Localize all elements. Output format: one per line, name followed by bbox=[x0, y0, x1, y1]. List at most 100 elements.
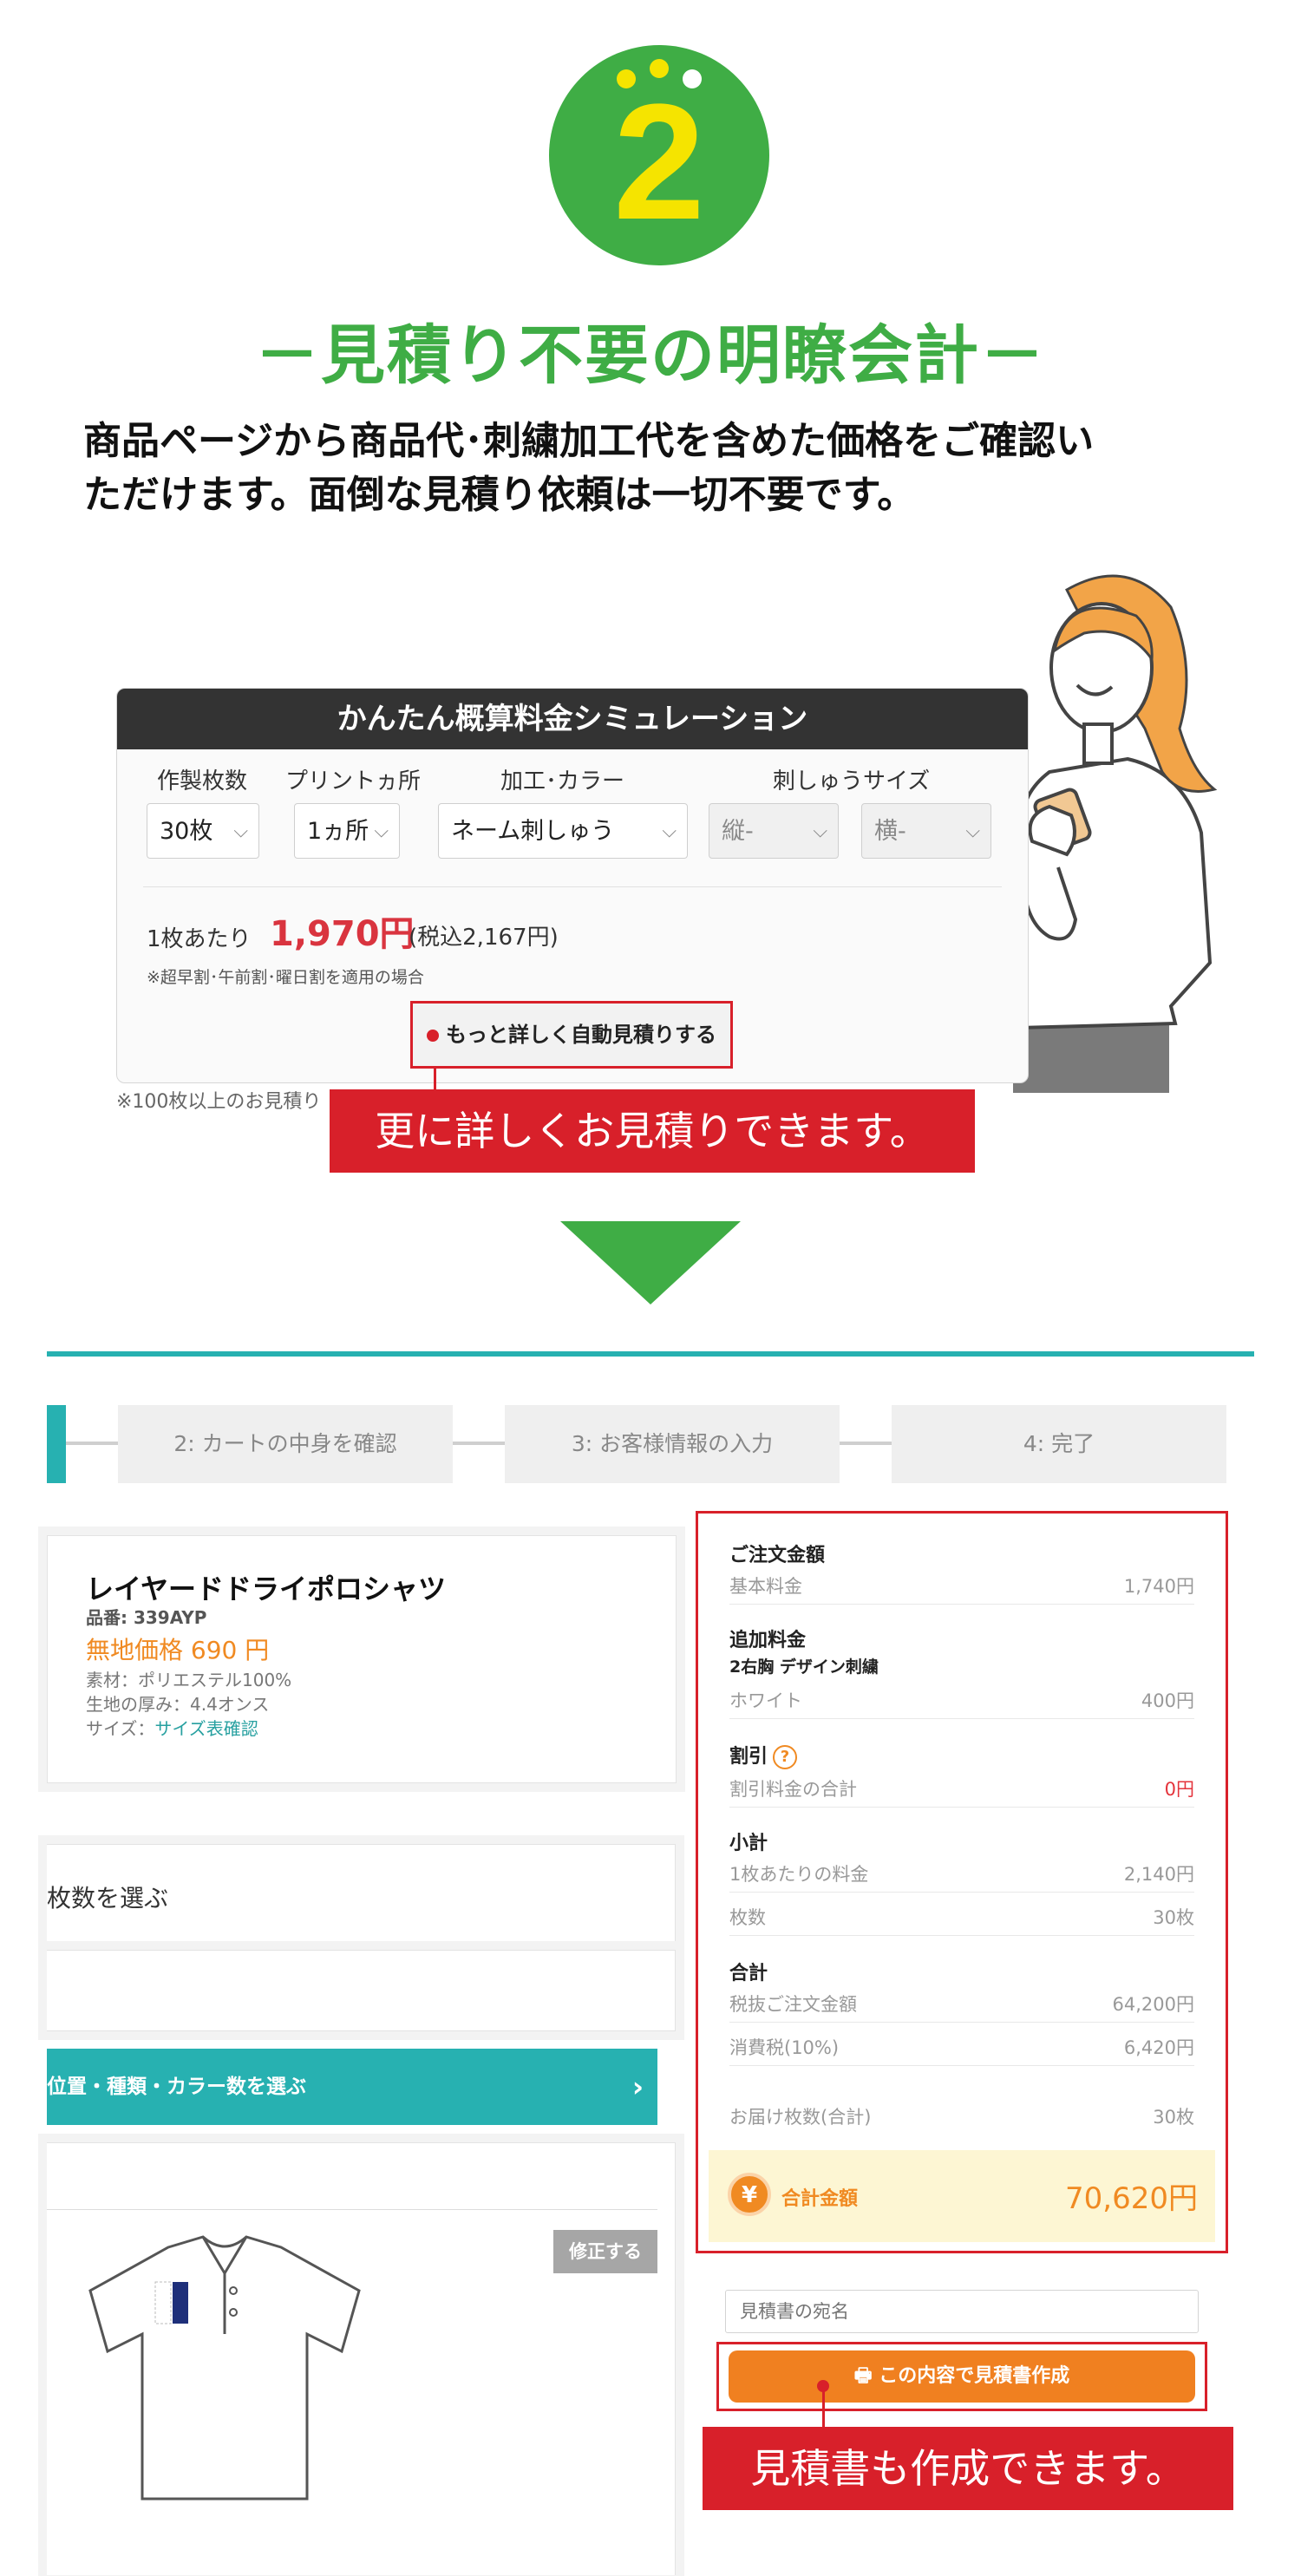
intro-copy-line: ただけます。面倒な見積り依頼は一切不要です。 bbox=[83, 473, 916, 517]
simulator-title: かんたん概算料金シミュレーション bbox=[117, 689, 1028, 749]
discount-total-row: 割引料金の合計 0円 bbox=[729, 1775, 1194, 1808]
step-connector bbox=[66, 1442, 118, 1445]
print-location-value: 1ヵ所 bbox=[307, 818, 369, 845]
woman-with-phone-illustration bbox=[1013, 574, 1218, 1093]
grand-total-label: 合計金額 bbox=[781, 2188, 859, 2210]
quantity-panel: 枚数を選ぶ bbox=[47, 1844, 676, 1952]
per-unit-fee-label: 1枚あたりの料金 bbox=[729, 1864, 869, 1885]
embroidery-size-label: 刺しゅうサイズ bbox=[773, 768, 931, 794]
discount-total-label: 割引料金の合計 bbox=[729, 1779, 857, 1800]
section-divider bbox=[47, 1351, 1254, 1357]
step-connector bbox=[840, 1442, 892, 1445]
per-unit-tax-price: (税込2,167円) bbox=[409, 925, 559, 951]
per-unit-fee-row: 1枚あたりの料金 2,140円 bbox=[729, 1860, 1194, 1893]
product-size: サイズ：サイズ表確認 bbox=[86, 1715, 258, 1740]
discount-note: ※超早割･午前割･曜日割を適用の場合 bbox=[147, 968, 424, 987]
process-color-label: 加工･カラー bbox=[500, 768, 625, 794]
base-fee-value: 1,740円 bbox=[1123, 1576, 1194, 1597]
size-label: サイズ： bbox=[86, 1718, 155, 1739]
process-color-select[interactable]: ネーム刺しゅう ⌵ bbox=[438, 803, 688, 859]
pointer-dot-icon bbox=[427, 1030, 439, 1042]
product-card: レイヤードドライポロシャツ 品番: 339AYP 無地価格 690 円 素材：ポ… bbox=[47, 1535, 677, 1783]
position-type-color-button[interactable]: 位置・種類・カラー数を選ぶ › bbox=[47, 2049, 657, 2125]
thread-color-value: 400円 bbox=[1141, 1690, 1194, 1711]
process-color-value: ネーム刺しゅう bbox=[451, 818, 615, 845]
auto-estimate-button[interactable]: もっと詳しく自動見積りする bbox=[410, 1001, 733, 1069]
base-fee-label: 基本料金 bbox=[729, 1576, 802, 1597]
per-unit-label: 1枚あたり bbox=[147, 926, 252, 952]
product-price: 無地価格 690 円 bbox=[86, 1636, 270, 1664]
thread-color-label: ホワイト bbox=[729, 1690, 802, 1711]
step-badge: 2 bbox=[549, 45, 769, 265]
grand-total-bar: ¥ 合計金額 70,620円 bbox=[709, 2150, 1215, 2242]
chevron-down-icon: ⌵ bbox=[662, 821, 677, 842]
print-location-select[interactable]: 1ヵ所 ⌵ bbox=[294, 803, 400, 859]
divider bbox=[143, 886, 1002, 887]
size-horizontal-value: 横- bbox=[874, 818, 906, 845]
grand-total-value: 70,620円 bbox=[1065, 2181, 1198, 2216]
intro-copy-line: 商品ページから商品代･刺繍加工代を含めた価格をご確認い bbox=[83, 419, 1095, 463]
pretax-value: 64,200円 bbox=[1112, 1994, 1194, 2015]
chevron-right-icon: › bbox=[631, 2070, 644, 2103]
quantity-input-area bbox=[47, 1950, 676, 2031]
per-unit-price: 1,970円 bbox=[270, 914, 415, 954]
delivery-count-value: 30枚 bbox=[1153, 2107, 1194, 2128]
quote-addressee-input[interactable] bbox=[725, 2290, 1199, 2333]
help-icon[interactable]: ? bbox=[773, 1745, 798, 1769]
current-step-indicator bbox=[47, 1405, 66, 1483]
discount-header: 割引? bbox=[729, 1741, 798, 1769]
yen-icon: ¥ bbox=[728, 2173, 771, 2216]
product-thickness: 生地の厚み：4.4オンス bbox=[86, 1694, 270, 1715]
callout-pointer bbox=[822, 2385, 825, 2427]
edit-button[interactable]: 修正する bbox=[553, 2230, 657, 2273]
print-location-label: プリントヵ所 bbox=[285, 768, 422, 794]
size-horizontal-select[interactable]: 横- ⌵ bbox=[861, 803, 991, 859]
page-title: －見積り不要の明瞭会計－ bbox=[255, 318, 1046, 393]
product-code: 品番: 339AYP bbox=[86, 1607, 207, 1628]
create-quote-label: この内容で見積書作成 bbox=[879, 2365, 1070, 2387]
size-chart-link[interactable]: サイズ表確認 bbox=[154, 1718, 258, 1739]
step-complete: 4: 完了 bbox=[892, 1405, 1226, 1483]
count-row: 枚数 30枚 bbox=[729, 1904, 1194, 1936]
quantity-section-title: 枚数を選ぶ bbox=[47, 1884, 169, 1912]
chevron-down-icon: ⌵ bbox=[965, 821, 980, 842]
callout-quote-creation: 見積書も作成できます。 bbox=[703, 2427, 1233, 2510]
size-vertical-select[interactable]: 縦- ⌵ bbox=[709, 803, 839, 859]
product-name: レイヤードドライポロシャツ bbox=[86, 1572, 447, 1605]
chevron-down-icon: ⌵ bbox=[233, 821, 248, 842]
additional-fee-header: 追加料金 bbox=[729, 1630, 807, 1651]
intro-copy: 商品ページから商品代･刺繍加工代を含めた価格をご確認い ただけます。面倒な見積り… bbox=[83, 415, 1245, 522]
create-quote-button[interactable]: 🖶 この内容で見積書作成 bbox=[729, 2350, 1195, 2403]
step-customer-info: 3: お客様情報の入力 bbox=[505, 1405, 840, 1483]
tax-row: 消費税(10%) 6,420円 bbox=[729, 2034, 1194, 2066]
tax-value: 6,420円 bbox=[1123, 2037, 1194, 2058]
base-fee-row: 基本料金 1,740円 bbox=[729, 1572, 1194, 1605]
price-simulator-card: かんたん概算料金シミュレーション 作製枚数 プリントヵ所 加工･カラー 刺しゅう… bbox=[116, 688, 1029, 1083]
pretax-label: 税抜ご注文金額 bbox=[729, 1994, 857, 2015]
auto-estimate-label: もっと詳しく自動見積りする bbox=[446, 1023, 716, 1047]
delivery-count-row: お届け枚数(合計) 30枚 bbox=[729, 2103, 1194, 2135]
thread-color-row: ホワイト 400円 bbox=[729, 1687, 1194, 1719]
printer-icon: 🖶 bbox=[853, 2365, 873, 2387]
bulk-order-note: ※100枚以上のお見積り bbox=[116, 1091, 322, 1113]
discount-header-label: 割引 bbox=[729, 1746, 768, 1768]
design-preview-panel: 修正する bbox=[47, 2142, 676, 2575]
quantity-select[interactable]: 30枚 ⌵ bbox=[147, 803, 259, 859]
count-value: 30枚 bbox=[1153, 1907, 1194, 1928]
chevron-down-icon: ⌵ bbox=[374, 821, 389, 842]
total-header: 合計 bbox=[729, 1963, 768, 1984]
order-summary-panel: ご注文金額 基本料金 1,740円 追加料金 2右胸 デザイン刺繍 ホワイト 4… bbox=[696, 1511, 1228, 2253]
per-unit-fee-value: 2,140円 bbox=[1123, 1864, 1194, 1885]
additional-fee-item: 2右胸 デザイン刺繍 bbox=[729, 1657, 879, 1677]
tax-label: 消費税(10%) bbox=[729, 2037, 840, 2058]
down-arrow-icon bbox=[560, 1221, 741, 1304]
pretax-row: 税抜ご注文金額 64,200円 bbox=[729, 1991, 1194, 2023]
step-cart: 2: カートの中身を確認 bbox=[118, 1405, 453, 1483]
step-number: 2 bbox=[613, 70, 705, 254]
callout-detailed-estimate: 更に詳しくお見積りできます。 bbox=[330, 1089, 975, 1173]
position-button-label: 位置・種類・カラー数を選ぶ bbox=[47, 2076, 306, 2098]
chevron-down-icon: ⌵ bbox=[813, 821, 827, 842]
delivery-count-label: お届け枚数(合計) bbox=[729, 2107, 872, 2128]
quantity-label: 作製枚数 bbox=[157, 768, 248, 794]
order-amount-header: ご注文金額 bbox=[729, 1545, 826, 1566]
